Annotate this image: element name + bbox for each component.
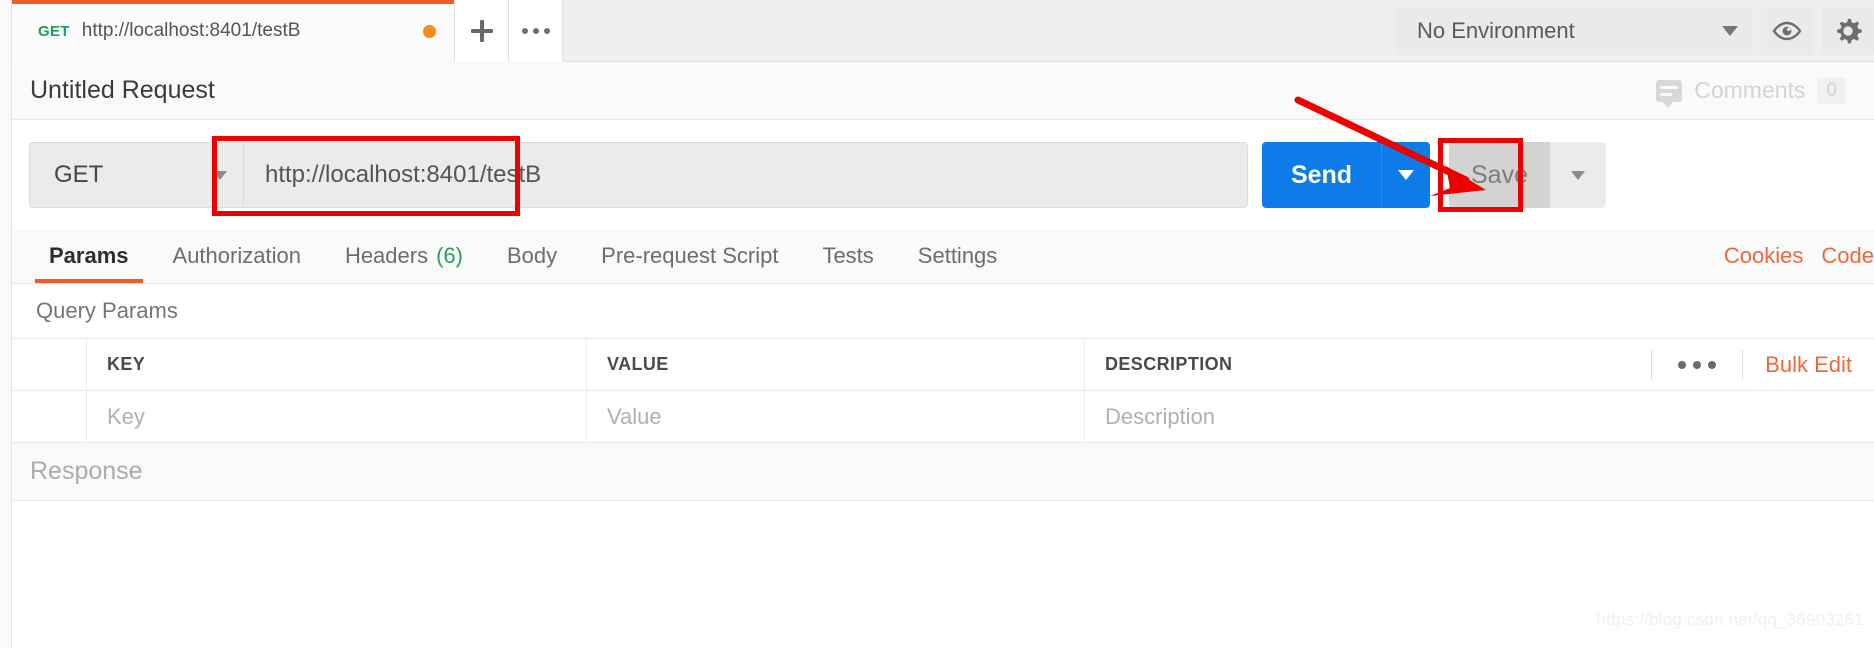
tab-settings-label: Settings — [917, 243, 998, 268]
tab-params[interactable]: Params — [27, 229, 151, 283]
cookies-link[interactable]: Cookies — [1724, 243, 1803, 269]
tab-authorization-label: Authorization — [172, 243, 301, 268]
tab-headers-count: (6) — [436, 243, 463, 268]
http-method-label: GET — [54, 161, 104, 188]
tab-body-label: Body — [506, 243, 558, 268]
request-tab-1[interactable]: GET http://localhost:8401/testB — [12, 0, 455, 62]
table-row: Key Value Description — [12, 391, 1874, 443]
response-body-empty: https://blog.csdn.net/qq_36903261 — [12, 501, 1874, 648]
comment-icon — [1656, 79, 1683, 108]
tab-settings[interactable]: Settings — [896, 229, 1020, 283]
watermark-text: https://blog.csdn.net/qq_36903261 — [1596, 610, 1864, 629]
http-method-selector[interactable]: GET — [29, 142, 243, 208]
save-button-label: Save — [1471, 160, 1528, 189]
tab-pre-request-script-label: Pre-request Script — [601, 243, 779, 268]
query-params-table: KEY VALUE DESCRIPTION Bulk Edit Key Valu… — [12, 338, 1874, 443]
chevron-down-icon — [1722, 26, 1738, 36]
comments-label: Comments — [1694, 77, 1806, 103]
tab-authorization[interactable]: Authorization — [151, 229, 323, 283]
unsaved-indicator-dot — [423, 24, 436, 38]
tab-method-label: GET — [38, 22, 70, 40]
query-params-header: Query Params — [12, 284, 1874, 338]
ellipsis-icon — [521, 28, 550, 34]
tab-headers[interactable]: Headers (6) — [323, 229, 485, 283]
tab-params-label: Params — [49, 243, 129, 268]
request-title-row: Untitled Request Comments 0 — [12, 62, 1874, 120]
header-value-cell: VALUE — [587, 339, 1085, 390]
query-params-title: Query Params — [36, 298, 178, 323]
row-key-input[interactable]: Key — [87, 391, 587, 442]
tab-strip: GET http://localhost:8401/testB — [12, 0, 563, 62]
column-header-value: VALUE — [607, 354, 669, 374]
ellipsis-icon[interactable] — [1652, 361, 1742, 369]
tab-tests[interactable]: Tests — [800, 229, 895, 283]
comments-count-badge: 0 — [1817, 77, 1846, 104]
send-button[interactable]: Send — [1262, 142, 1381, 208]
header-key-cell: KEY — [87, 339, 587, 390]
url-bar-row: GET http://localhost:8401/testB Send Sav… — [12, 120, 1874, 230]
tab-body[interactable]: Body — [485, 229, 579, 283]
plus-icon — [470, 20, 493, 42]
table-header-row: KEY VALUE DESCRIPTION Bulk Edit — [12, 339, 1874, 391]
row-checkbox-cell[interactable] — [12, 391, 87, 442]
tabs-list: Params Authorization Headers (6) Body Pr… — [12, 229, 1019, 283]
save-button[interactable]: Save — [1449, 142, 1550, 208]
chevron-down-icon — [213, 170, 227, 180]
sidebar-edge-inner — [0, 0, 11, 648]
gear-icon — [1837, 18, 1862, 44]
row-key-placeholder: Key — [107, 403, 145, 429]
environment-zone: No Environment — [1397, 0, 1874, 62]
new-tab-button[interactable] — [455, 0, 509, 62]
code-link[interactable]: Code — [1821, 243, 1874, 269]
send-options-button[interactable] — [1381, 142, 1430, 208]
settings-button[interactable] — [1822, 7, 1874, 55]
environment-selected-label: No Environment — [1417, 18, 1575, 43]
request-section-tabs: Params Authorization Headers (6) Body Pr… — [12, 230, 1874, 284]
comments-button[interactable]: Comments 0 — [1656, 77, 1846, 108]
tab-headers-label: Headers — [344, 243, 429, 268]
tabs-right-links: Cookies Code — [1724, 229, 1874, 283]
tab-options-button[interactable] — [509, 0, 563, 62]
environment-quick-look-button[interactable] — [1761, 7, 1813, 55]
request-tab-bar: GET http://localhost:8401/testB No Envir… — [12, 0, 1874, 62]
response-title: Response — [30, 457, 143, 485]
environment-selector[interactable]: No Environment — [1397, 7, 1752, 55]
tab-tests-label: Tests — [822, 243, 874, 268]
tab-pre-request-script[interactable]: Pre-request Script — [579, 229, 800, 283]
row-description-input[interactable]: Description — [1085, 391, 1874, 442]
header-checkbox-cell — [12, 339, 87, 390]
bulk-edit-link[interactable]: Bulk Edit — [1743, 352, 1874, 378]
url-input-value: http://localhost:8401/testB — [265, 161, 542, 188]
row-description-placeholder: Description — [1105, 403, 1216, 429]
column-header-description: DESCRIPTION — [1105, 354, 1233, 374]
url-input[interactable]: http://localhost:8401/testB — [243, 142, 1248, 208]
save-options-button[interactable] — [1550, 142, 1606, 208]
response-header: Response — [12, 443, 1874, 501]
column-header-key: KEY — [107, 354, 146, 374]
eye-icon — [1772, 21, 1802, 41]
chevron-down-icon — [1571, 170, 1585, 180]
table-header-actions: Bulk Edit — [1651, 339, 1874, 391]
postman-window: GET http://localhost:8401/testB No Envir… — [0, 0, 1874, 648]
sidebar-edge — [0, 0, 12, 648]
tab-title-label: http://localhost:8401/testB — [81, 20, 301, 41]
send-button-group: Send — [1262, 142, 1430, 208]
row-value-placeholder: Value — [607, 403, 662, 429]
chevron-down-icon — [1398, 170, 1414, 180]
send-button-label: Send — [1290, 160, 1353, 189]
row-value-input[interactable]: Value — [587, 391, 1085, 442]
page-title: Untitled Request — [30, 76, 215, 104]
